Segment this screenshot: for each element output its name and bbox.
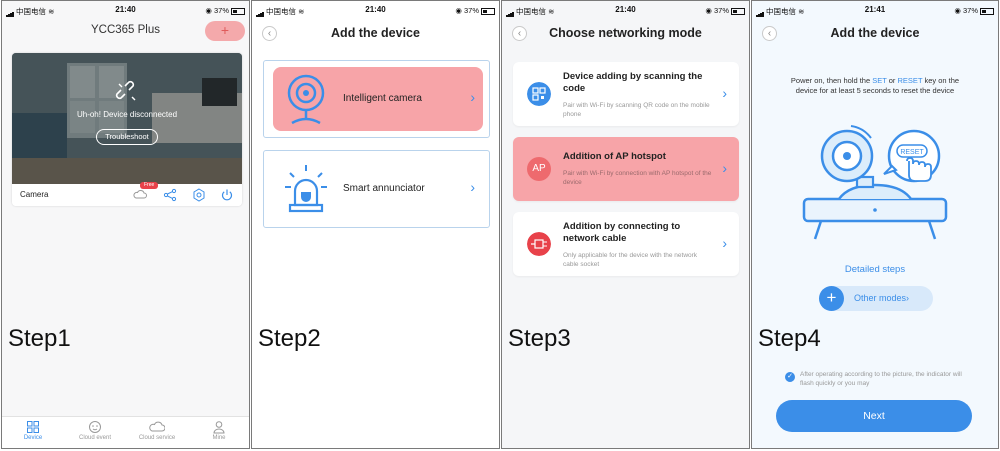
agreement-text: After operating according to the picture…: [800, 371, 962, 387]
battery-icon: [231, 7, 245, 15]
status-bar: 中国电信 ≋ 21:40 ◉ 37%: [6, 4, 245, 18]
user-icon: [213, 421, 225, 434]
lock-rotation-icon: ◉: [205, 6, 212, 15]
step-label: Step1: [8, 325, 71, 352]
cloud-event-icon: [89, 421, 101, 433]
chevron-right-icon: ›: [722, 85, 727, 101]
alarm-light-icon: [285, 165, 327, 213]
mode-title: Addition by connecting to network cable: [563, 221, 681, 244]
step2-panel: 中国电信 ≋ 21:40 ◉ 37% ‹ Add the device Inte…: [251, 0, 500, 449]
chevron-right-icon: ›: [470, 179, 475, 195]
other-modes-button[interactable]: + Other modes›: [819, 286, 933, 311]
status-bar: 中国电信 ≋ 21:41 ◉ 37%: [756, 4, 994, 18]
add-device-button[interactable]: +: [205, 21, 245, 41]
page-title: Choose networking mode: [549, 26, 702, 40]
chevron-right-icon: ›: [722, 160, 727, 176]
device-option-label: Intelligent camera: [343, 93, 422, 104]
step4-panel: 中国电信 ≋ 21:41 ◉ 37% ‹ Add the device Powe…: [751, 0, 999, 449]
chevron-right-icon: ›: [470, 89, 475, 105]
lock-rotation-icon: ◉: [954, 6, 961, 15]
mode-option-network-cable[interactable]: Addition by connecting to network cable …: [513, 212, 739, 276]
camera-name: Camera: [20, 190, 49, 199]
status-bar: 中国电信 ≋ 21:40 ◉ 37%: [256, 4, 495, 18]
mode-option-ap-hotspot[interactable]: AP Addition of AP hotspot Pair with Wi-F…: [513, 137, 739, 201]
next-button[interactable]: Next: [776, 400, 972, 432]
page-title: Add the device: [830, 26, 920, 40]
tab-mine[interactable]: Mine: [188, 420, 249, 441]
mode-title: Device adding by scanning the code: [563, 71, 703, 94]
device-option-intelligent-camera[interactable]: Intelligent camera ›: [263, 60, 490, 138]
cloud-icon[interactable]: [133, 188, 147, 202]
checkbox-checked-icon[interactable]: ✓: [785, 372, 795, 382]
battery-icon: [980, 7, 994, 15]
camera-card[interactable]: Uh-oh! Device disconnected Troubleshoot …: [12, 53, 242, 206]
plus-icon: +: [819, 286, 844, 311]
detailed-steps-link[interactable]: Detailed steps: [752, 264, 998, 275]
lock-rotation-icon: ◉: [705, 6, 712, 15]
ap-icon: AP: [527, 157, 551, 181]
device-icon: [27, 421, 39, 433]
tab-device[interactable]: Device: [2, 420, 64, 441]
device-option-label: Smart annunciator: [343, 183, 425, 194]
share-icon[interactable]: [163, 188, 177, 202]
camera-icon: [287, 74, 325, 125]
qr-code-icon: [527, 82, 551, 106]
step-label: Step2: [258, 325, 321, 352]
battery-icon: [481, 7, 495, 15]
settings-icon[interactable]: [192, 188, 206, 202]
power-icon[interactable]: [220, 188, 234, 202]
step-label: Step3: [508, 325, 571, 352]
reset-instruction: Power on, then hold the SET or RESET key…: [790, 76, 960, 95]
device-option-smart-annunciator[interactable]: Smart annunciator ›: [263, 150, 490, 228]
battery-icon: [731, 7, 745, 15]
step-label: Step4: [758, 325, 821, 352]
step1-panel: 中国电信 ≋ 21:40 ◉ 37% YCC365 Plus + Uh-oh! …: [1, 0, 250, 449]
network-cable-icon: [527, 232, 551, 256]
bottom-tab-bar: Device Cloud event Cloud service Mine: [2, 416, 249, 448]
cloud-service-icon: [149, 421, 165, 432]
reset-bubble-label: RESET: [900, 149, 924, 156]
mode-title: Addition of AP hotspot: [563, 151, 666, 162]
reset-illustration: RESET: [802, 125, 948, 240]
troubleshoot-button[interactable]: Troubleshoot: [96, 129, 158, 145]
mode-description: Only applicable for the device with the …: [563, 252, 698, 268]
chevron-right-icon: ›: [722, 235, 727, 251]
tab-cloud-event[interactable]: Cloud event: [64, 420, 126, 441]
broken-link-icon: [115, 80, 136, 101]
mode-option-scan-code[interactable]: Device adding by scanning the code Pair …: [513, 62, 739, 126]
tab-cloud-service[interactable]: Cloud service: [126, 420, 188, 441]
lock-rotation-icon: ◉: [455, 6, 462, 15]
status-bar: 中国电信 ≋ 21:40 ◉ 37%: [506, 4, 745, 18]
step3-panel: 中国电信 ≋ 21:40 ◉ 37% ‹ Choose networking m…: [501, 0, 750, 449]
chevron-right-icon: ›: [906, 293, 910, 303]
camera-preview[interactable]: Uh-oh! Device disconnected Troubleshoot: [12, 53, 242, 184]
mode-description: Pair with Wi-Fi by connection with AP ho…: [563, 170, 712, 186]
disconnected-message: Uh-oh! Device disconnected: [76, 110, 178, 119]
mode-description: Pair with Wi-Fi by scanning QR code on t…: [563, 102, 710, 118]
page-title: Add the device: [331, 26, 420, 40]
camera-footer: Camera Free: [12, 182, 242, 206]
